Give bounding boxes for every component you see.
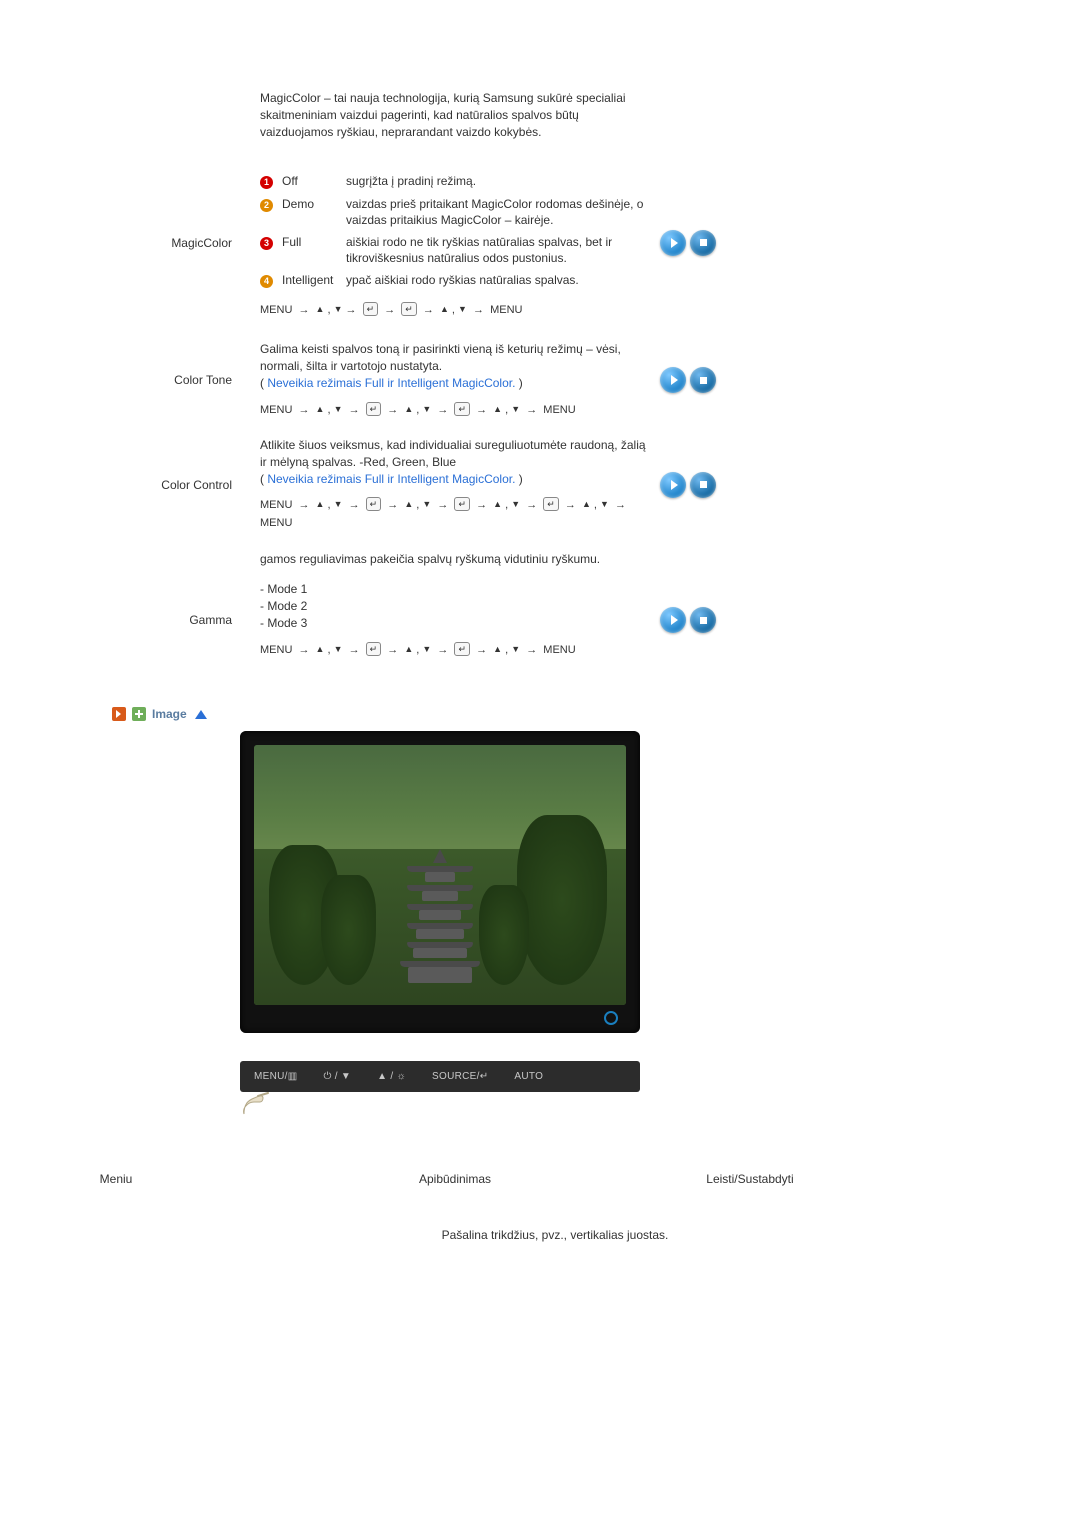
option-num-badge: 1	[260, 176, 273, 189]
stop-button[interactable]	[690, 607, 716, 633]
note-close: )	[515, 376, 522, 390]
colorcontrol-desc: Atlikite šiuos veiksmus, kad individuali…	[260, 438, 646, 469]
intro-text: MagicColor – tai nauja technologija, kur…	[260, 90, 650, 140]
gamma-nav: MENU → ▲ , ▼ → ↵ → ▲ , ▼ → ↵ → ▲ , ▼ → M…	[260, 642, 650, 660]
colortone-desc-wrap: Galima keisti spalvos toną ir pasirinkti…	[260, 341, 650, 419]
footer-h-leisti: Leisti/Sustabdyti	[650, 1172, 850, 1186]
option-row: 2 Demo vaizdas prieš pritaikant MagicCol…	[260, 193, 650, 231]
osd-auto-button[interactable]: AUTO	[514, 1071, 543, 1082]
magiccolor-options: 1 Off sugrįžta į pradinį režimą. 2 Demo …	[260, 170, 650, 291]
section-icon-plus	[132, 707, 146, 721]
play-button[interactable]	[660, 607, 686, 633]
colorcontrol-note-link[interactable]: Neveikia režimais Full ir Intelligent Ma…	[267, 472, 515, 486]
colortone-label: Color Tone	[0, 373, 260, 387]
enter-key-icon: ↵	[366, 497, 382, 511]
gamma-row: Gamma - Mode 1 - Mode 2 - Mode 3 MENU → …	[0, 581, 1080, 659]
enter-key-icon: ↵	[454, 642, 470, 656]
enter-key-icon: ↵	[454, 497, 470, 511]
pagoda-graphic	[400, 849, 480, 983]
option-name: Full	[282, 231, 346, 269]
gamma-desc-row: gamos reguliavimas pakeičia spalvų ryšku…	[0, 551, 1080, 568]
colorcontrol-nav: MENU → ▲ , ▼ → ↵ → ▲ , ▼ → ↵ → ▲ , ▼ → ↵…	[260, 497, 650, 532]
play-button[interactable]	[660, 230, 686, 256]
stop-button[interactable]	[690, 230, 716, 256]
colortone-desc: Galima keisti spalvos toną ir pasirinkti…	[260, 342, 621, 373]
section-header-image: Image	[112, 707, 1080, 721]
note-close: )	[515, 472, 522, 486]
gamma-actions	[650, 607, 860, 633]
gamma-label: Gamma	[0, 613, 260, 627]
colorcontrol-desc-wrap: Atlikite šiuos veiksmus, kad individuali…	[260, 437, 650, 533]
option-row: 1 Off sugrįžta į pradinį režimą.	[260, 170, 650, 192]
monitor-illustration: MENU/▥ ⏻ / ▼ ▲ / ☼ SOURCE/↵ AUTO	[240, 731, 640, 1120]
option-row: 3 Full aiškiai rodo ne tik ryškias natūr…	[260, 231, 650, 269]
section-icon-play	[112, 707, 126, 721]
monitor-bezel	[240, 731, 640, 1033]
monitor-screen	[254, 745, 626, 1005]
option-desc: aiškiai rodo ne tik ryškias natūralias s…	[346, 231, 650, 269]
option-desc: ypač aiškiai rodo ryškias natūralias spa…	[346, 269, 650, 291]
option-num-badge: 4	[260, 275, 273, 288]
magiccolor-nav: MENU → ▲ , ▼→ ↵ → ↵ → ▲ , ▼ → MENU	[260, 302, 650, 320]
gamma-modes: - Mode 1 - Mode 2 - Mode 3 MENU → ▲ , ▼ …	[260, 581, 650, 659]
colortone-nav: MENU → ▲ , ▼ → ↵ → ▲ , ▼ → ↵ → ▲ , ▼ → M…	[260, 402, 650, 420]
play-button[interactable]	[660, 367, 686, 393]
gamma-mode-3: - Mode 3	[260, 615, 650, 632]
colortone-row: Color Tone Galima keisti spalvos toną ir…	[0, 341, 1080, 419]
pointer-hand-icon	[238, 1090, 278, 1120]
enter-key-icon: ↵	[363, 302, 379, 316]
play-button[interactable]	[660, 472, 686, 498]
osd-menu-button[interactable]: MENU/▥	[254, 1071, 297, 1082]
enter-key-icon: ↵	[401, 302, 417, 316]
gamma-desc: gamos reguliavimas pakeičia spalvų ryšku…	[260, 551, 650, 568]
option-num-badge: 3	[260, 237, 273, 250]
intro-label-spacer	[0, 90, 260, 140]
section-title: Image	[152, 707, 187, 721]
magiccolor-label: MagicColor	[0, 236, 260, 250]
colorcontrol-row: Color Control Atlikite šiuos veiksmus, k…	[0, 437, 1080, 533]
enter-key-icon: ↵	[366, 402, 382, 416]
colortone-note-link[interactable]: Neveikia režimais Full ir Intelligent Ma…	[267, 376, 515, 390]
option-desc: vaizdas prieš pritaikant MagicColor rodo…	[346, 193, 650, 231]
osd-source-enter-button[interactable]: SOURCE/↵	[432, 1071, 488, 1082]
gamma-mode-1: - Mode 1	[260, 581, 650, 598]
option-desc: sugrįžta į pradinį režimą.	[346, 170, 650, 192]
stop-button[interactable]	[690, 367, 716, 393]
enter-key-icon: ↵	[366, 642, 382, 656]
option-row: 4 Intelligent ypač aiškiai rodo ryškias …	[260, 269, 650, 291]
collapse-up-icon[interactable]	[195, 710, 207, 719]
colorcontrol-label: Color Control	[0, 478, 260, 492]
magiccolor-desc: 1 Off sugrįžta į pradinį režimą. 2 Demo …	[260, 166, 650, 319]
stop-button[interactable]	[690, 472, 716, 498]
osd-power-down-button[interactable]: ⏻ / ▼	[323, 1071, 351, 1082]
power-led-icon	[604, 1011, 618, 1025]
osd-button-bar: MENU/▥ ⏻ / ▼ ▲ / ☼ SOURCE/↵ AUTO	[240, 1061, 640, 1092]
footer-description-line: Pašalina trikdžius, pvz., vertikalias ju…	[130, 1228, 980, 1242]
gamma-mode-2: - Mode 2	[260, 598, 650, 615]
footer-h-apibudinimas: Apibūdinimas	[260, 1172, 650, 1186]
magiccolor-actions	[650, 230, 860, 256]
colortone-actions	[650, 367, 860, 393]
option-name: Off	[282, 170, 346, 192]
magiccolor-row: MagicColor 1 Off sugrįžta į pradinį reži…	[0, 166, 1080, 319]
option-name: Intelligent	[282, 269, 346, 291]
option-num-badge: 2	[260, 199, 273, 212]
footer-headers: Meniu Apibūdinimas Leisti/Sustabdyti	[0, 1172, 1080, 1186]
footer-h-meniu: Meniu	[0, 1172, 260, 1186]
intro-row: MagicColor – tai nauja technologija, kur…	[0, 90, 1080, 140]
enter-key-icon: ↵	[543, 497, 559, 511]
option-name: Demo	[282, 193, 346, 231]
osd-up-bright-button[interactable]: ▲ / ☼	[377, 1071, 406, 1082]
colorcontrol-actions	[650, 472, 860, 498]
page: MagicColor – tai nauja technologija, kur…	[0, 0, 1080, 1528]
enter-key-icon: ↵	[454, 402, 470, 416]
